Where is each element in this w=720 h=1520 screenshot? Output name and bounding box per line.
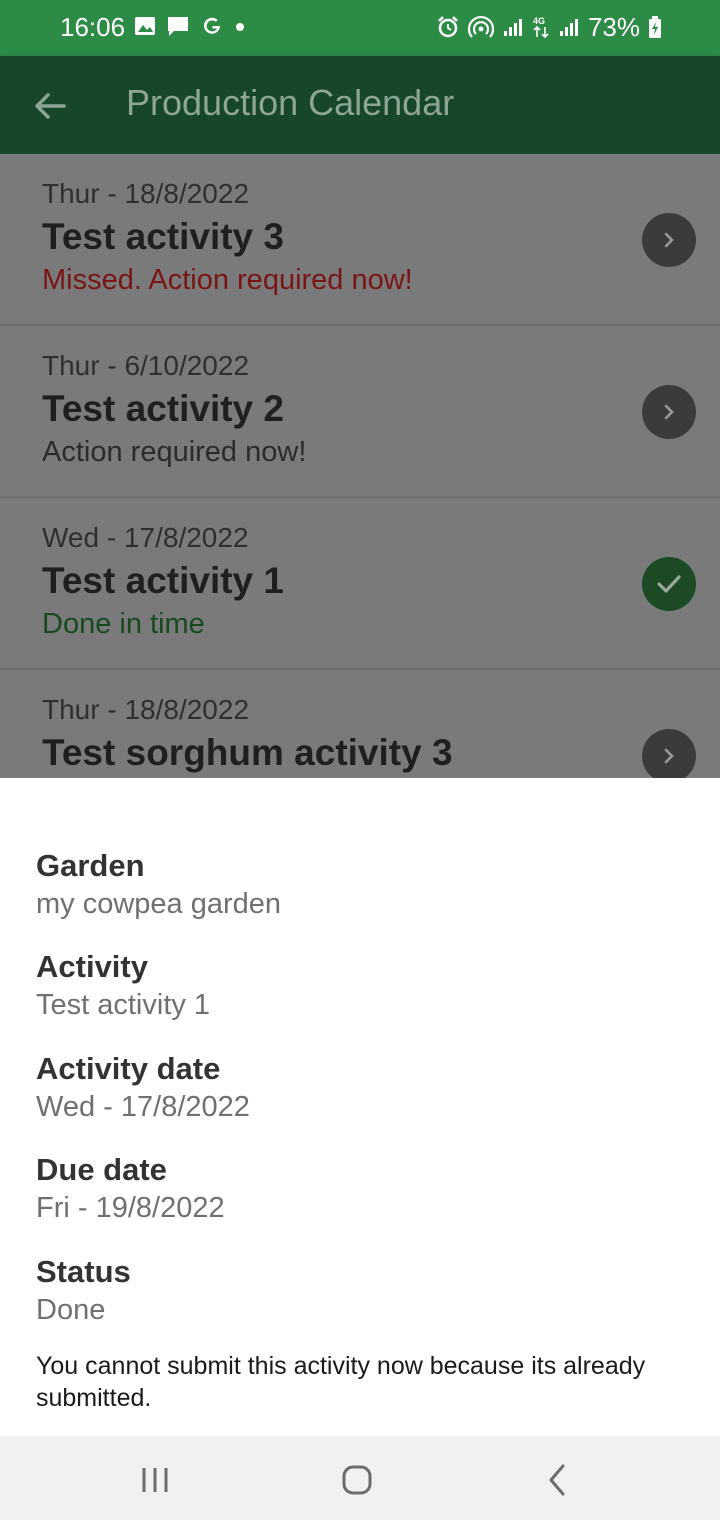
activity-name: Test activity 3 [42,216,284,257]
activity-status: Missed. Action required now! [42,264,413,296]
battery-icon [648,15,662,44]
activity-date: Thur - 18/8/2022 [42,178,250,209]
activity-name: Test activity 2 [42,388,284,429]
battery-percent: 73% [587,12,640,42]
activity-field: Activity Test activity 1 [36,949,210,1022]
recent-apps-icon[interactable] [135,1460,175,1500]
due-date-value: Fri - 19/8/2022 [36,1192,225,1224]
activity-date: Thur - 18/8/2022 [42,694,250,725]
activity-name: Test sorghum activity 3 [42,732,453,773]
activity-status: Action required now! [42,436,307,468]
alarm-icon [436,15,460,44]
activity-item[interactable]: Thur - 18/8/2022 Test activity 3 Missed.… [0,154,720,326]
back-icon[interactable] [538,1460,578,1500]
garden-label: Garden [36,848,145,883]
status-left-icons [134,14,246,43]
status-field: Status Done [36,1254,131,1327]
due-date-label: Due date [36,1152,167,1187]
google-icon [200,14,224,43]
activity-date-field: Activity date Wed - 17/8/2022 [36,1051,250,1124]
chevron-right-icon[interactable] [642,729,696,778]
due-date-field: Due date Fri - 19/8/2022 [36,1152,225,1225]
chevron-right-icon[interactable] [642,213,696,267]
message-icon [166,15,190,42]
gallery-icon [134,15,156,42]
check-icon[interactable] [642,557,696,611]
page-title: Production Calendar [126,82,455,123]
activity-item[interactable]: Wed - 17/8/2022 Test activity 1 Done in … [0,498,720,670]
activity-item[interactable]: Thur - 18/8/2022 Test sorghum activity 3 [0,670,720,778]
activity-value: Test activity 1 [36,989,211,1021]
4g-icon: 4G [532,15,550,44]
submission-note: You cannot submit this activity now beca… [36,1352,646,1412]
activity-date: Wed - 17/8/2022 [42,522,249,553]
signal-icon [502,16,524,43]
svg-text:4G: 4G [533,16,545,26]
activity-item[interactable]: Thur - 6/10/2022 Test activity 2 Action … [0,326,720,498]
dot-icon [234,20,246,38]
activity-status: Done in time [42,608,205,640]
activity-date-value: Wed - 17/8/2022 [36,1091,250,1123]
chevron-right-icon[interactable] [642,385,696,439]
system-nav-bar [0,1436,720,1520]
status-right-icons: 4G 73% [436,12,662,45]
signal-icon-2 [558,16,580,43]
hotspot-icon [467,15,495,44]
garden-field: Garden my cowpea garden [36,848,281,921]
activity-date-label: Activity date [36,1051,221,1086]
status-label: Status [36,1254,131,1289]
arrow-left-icon[interactable] [30,86,70,126]
status-value: Done [36,1294,106,1326]
activity-list: Thur - 18/8/2022 Test activity 3 Missed.… [0,154,720,778]
activity-date: Thur - 6/10/2022 [42,350,250,381]
activity-detail-sheet: Garden my cowpea garden Activity Test ac… [0,778,720,1436]
garden-value: my cowpea garden [36,888,282,920]
status-bar: 16:06 4G 73% [0,0,720,56]
status-time: 16:06 [60,12,126,42]
home-icon[interactable] [337,1460,377,1500]
activity-name: Test activity 1 [42,560,284,601]
app-bar: Production Calendar [0,56,720,154]
activity-label: Activity [36,949,148,984]
